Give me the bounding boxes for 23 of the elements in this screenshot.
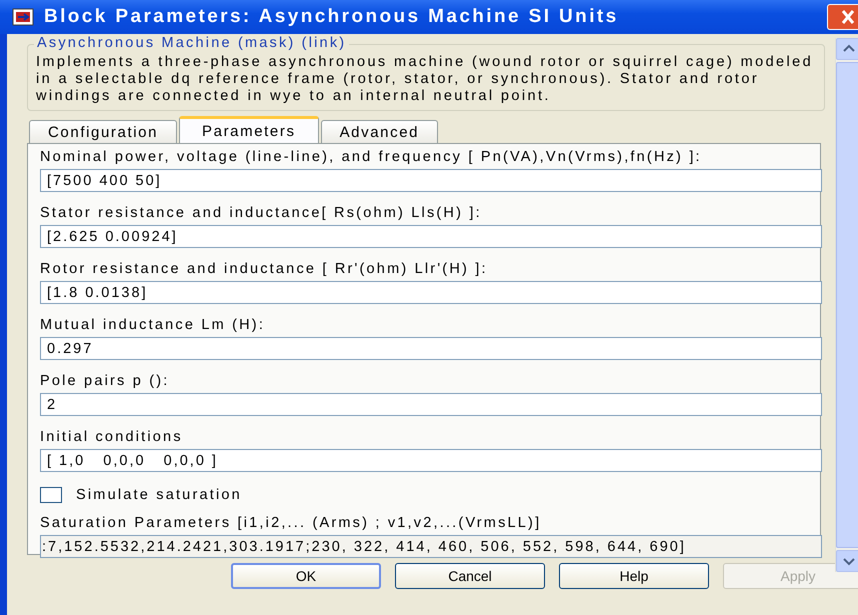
field-label: Pole pairs p (): xyxy=(40,372,170,391)
parameter-field[interactable]: [1.8 0.0138] xyxy=(40,281,822,304)
tab[interactable]: Parameters xyxy=(179,116,319,143)
block-description: Implements a three-phase asynchronous machine (wound rotor or squirrel cage) modeled in a selectable dq reference frame (rotor, stator, or synchronous). Stator and rotor windings are connected in wye to an internal neutral point. xyxy=(36,54,814,105)
tab[interactable]: Advanced xyxy=(320,120,438,143)
field-label: Saturation Parameters [i1,i2,... (Arms) ; v1,v2,...(VrmsLL)] xyxy=(40,514,542,533)
parameter-field[interactable]: [ 1,0 0,0,0 0,0,0 ] xyxy=(40,449,822,472)
dialog-button[interactable]: Cancel xyxy=(395,563,545,589)
parameter-field[interactable]: [2.625 0.00924] xyxy=(40,225,822,248)
dialog-button[interactable]: OK xyxy=(231,563,381,589)
checkbox-label[interactable]: Simulate saturation xyxy=(76,487,242,503)
parameter-field[interactable]: 0.297 xyxy=(40,337,822,360)
parameter-field[interactable]: [7500 400 50] xyxy=(40,169,822,192)
tab[interactable]: Configuration xyxy=(29,120,178,143)
field-label: Nominal power, voltage (line-line), and frequency [ Pn(VA),Vn(Vrms),fn(Hz) ]: xyxy=(40,148,703,167)
group-title: Asynchronous Machine (mask) (link) xyxy=(34,35,350,51)
field-label: Stator resistance and inductance[ Rs(ohm) Lls(H) ]: xyxy=(40,204,483,223)
window-title: Block Parameters: Asynchronous Machine SI Units xyxy=(44,6,620,28)
field-label: Initial conditions xyxy=(40,428,184,447)
dialog-button[interactable]: Help xyxy=(559,563,709,589)
parameter-field[interactable]: 2 xyxy=(40,393,822,416)
field-label: Rotor resistance and inductance [ Rr'(ohm) Llr'(H) ]: xyxy=(40,260,489,279)
field-label: Mutual inductance Lm (H): xyxy=(40,316,266,335)
